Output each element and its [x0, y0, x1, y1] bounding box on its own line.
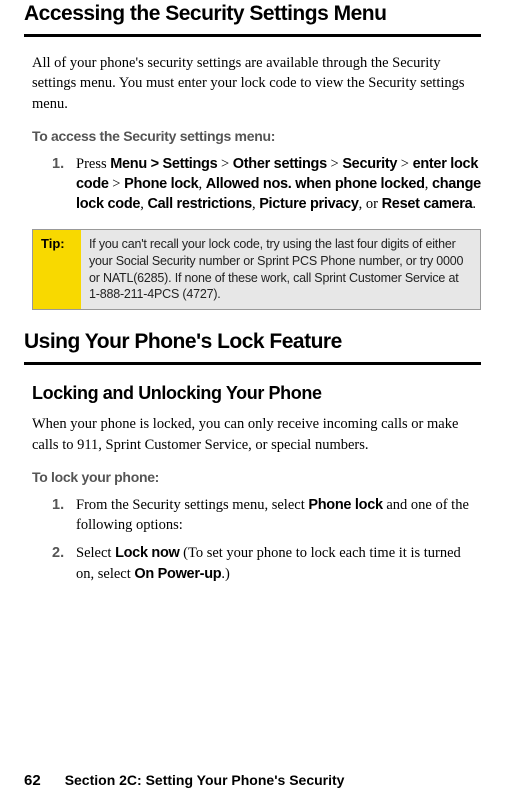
- procedure-heading-lock: To lock your phone:: [32, 469, 481, 485]
- procedure-heading-access: To access the Security settings menu:: [32, 128, 481, 144]
- tip-box: Tip: If you can't recall your lock code,…: [32, 229, 481, 311]
- step-1-access: 1. Press Menu > Settings > Other setting…: [52, 154, 481, 215]
- menu-path: Call restrictions: [147, 196, 252, 212]
- step-body: From the Security settings menu, select …: [76, 495, 481, 536]
- bold-term: Phone lock: [308, 497, 382, 513]
- step-list-access: 1. Press Menu > Settings > Other setting…: [52, 154, 481, 215]
- step-body: Select Lock now (To set your phone to lo…: [76, 543, 481, 584]
- step-number: 1.: [52, 495, 76, 536]
- text: .): [221, 566, 229, 582]
- tip-text: If you can't recall your lock code, try …: [81, 230, 480, 310]
- subheading-locking-unlocking: Locking and Unlocking Your Phone: [32, 383, 481, 404]
- menu-path: Other settings: [233, 156, 327, 172]
- text: ,: [425, 176, 432, 192]
- text: >: [217, 156, 232, 172]
- step-1-lock: 1. From the Security settings menu, sele…: [52, 495, 481, 536]
- menu-path: Picture privacy: [259, 196, 358, 212]
- text: ,: [198, 176, 205, 192]
- menu-path: Phone lock: [124, 176, 198, 192]
- intro-paragraph: All of your phone's security settings ar…: [32, 53, 481, 114]
- menu-path: Menu > Settings: [110, 156, 217, 172]
- step-body: Press Menu > Settings > Other settings >…: [76, 154, 481, 215]
- text: Press: [76, 156, 110, 172]
- menu-path: Allowed nos. when phone locked: [206, 176, 425, 192]
- text: >: [397, 156, 412, 172]
- text: >: [327, 156, 342, 172]
- step-number: 1.: [52, 154, 76, 215]
- text: , or: [359, 196, 382, 212]
- menu-path: Reset camera: [382, 196, 473, 212]
- footer-section-title: Section 2C: Setting Your Phone's Securit…: [65, 772, 345, 788]
- menu-path: Security: [342, 156, 397, 172]
- page-footer: 62 Section 2C: Setting Your Phone's Secu…: [24, 772, 344, 789]
- step-list-lock: 1. From the Security settings menu, sele…: [52, 495, 481, 584]
- text: >: [109, 176, 124, 192]
- text: .: [472, 196, 476, 212]
- page-number: 62: [24, 772, 41, 789]
- step-number: 2.: [52, 543, 76, 584]
- tip-label: Tip:: [33, 230, 81, 310]
- heading-accessing-security: Accessing the Security Settings Menu: [24, 2, 481, 37]
- bold-term: On Power-up: [134, 566, 221, 582]
- lock-intro-paragraph: When your phone is locked, you can only …: [32, 414, 481, 455]
- text: From the Security settings menu, select: [76, 497, 308, 513]
- heading-using-lock-feature: Using Your Phone's Lock Feature: [24, 330, 481, 365]
- text: Select: [76, 545, 115, 561]
- step-2-lock: 2. Select Lock now (To set your phone to…: [52, 543, 481, 584]
- bold-term: Lock now: [115, 545, 179, 561]
